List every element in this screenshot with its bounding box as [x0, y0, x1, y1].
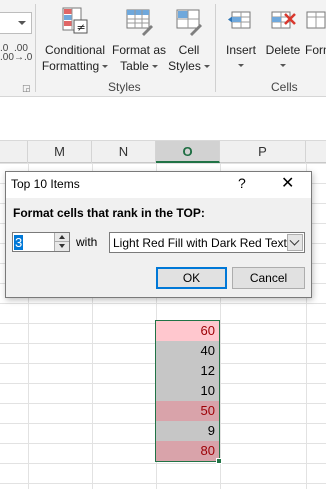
cells-group-label: Cells — [271, 80, 298, 94]
rank-count-spinner[interactable]: 3 — [12, 232, 70, 252]
help-icon[interactable]: ? — [238, 175, 246, 191]
dropdown-caret-icon — [280, 64, 286, 67]
conditional-formatting-button[interactable]: ≠ Conditional Formatting — [40, 6, 110, 74]
group-divider — [215, 4, 216, 92]
conditional-formatting-icon: ≠ — [62, 7, 88, 34]
cancel-button[interactable]: Cancel — [232, 267, 305, 289]
column-headers: M N O P — [0, 141, 326, 163]
delete-button[interactable]: Delete — [262, 6, 304, 58]
insert-cells-icon — [228, 11, 251, 29]
dropdown-caret-icon — [203, 65, 210, 69]
increase-decimal-button[interactable]: .0 .00 — [0, 44, 14, 63]
column-header-p[interactable]: P — [220, 141, 306, 163]
format-style-select[interactable]: Light Red Fill with Dark Red Text — [109, 232, 305, 253]
format-cells-icon — [306, 11, 326, 29]
cell-styles-icon — [176, 9, 202, 36]
number-dialog-launcher-icon[interactable]: ◲ — [22, 83, 31, 94]
format-as-table-icon — [126, 9, 153, 36]
delete-cells-icon — [271, 11, 296, 29]
spinner-buttons — [54, 233, 69, 251]
chevron-down-icon[interactable] — [287, 234, 303, 251]
close-icon[interactable]: ✕ — [281, 173, 294, 193]
column-header-o[interactable]: O — [156, 141, 220, 163]
styles-group-label: Styles — [108, 80, 141, 94]
format-style-value: Light Red Fill with Dark Red Text — [113, 236, 287, 250]
dropdown-caret-icon — [238, 64, 244, 67]
insert-button[interactable]: Insert — [222, 6, 260, 58]
dialog-titlebar[interactable]: Top 10 Items ? ✕ — [6, 172, 311, 198]
dialog-title: Top 10 Items — [11, 177, 80, 191]
with-label: with — [76, 235, 98, 249]
dropdown-caret-icon — [102, 65, 109, 69]
group-divider — [35, 4, 36, 92]
number-format-dropdown[interactable] — [0, 12, 32, 34]
spinner-up-button[interactable] — [55, 233, 69, 242]
arrow-up-icon — [59, 235, 65, 239]
dropdown-caret-icon — [151, 65, 158, 69]
fill-handle[interactable] — [216, 458, 222, 464]
ok-button[interactable]: OK — [156, 267, 227, 289]
rank-count-value[interactable]: 3 — [14, 235, 24, 250]
ribbon: .0 .00 .00 →.0 ◲ ≠ Conditional Formattin… — [0, 0, 326, 97]
selection-range — [155, 320, 220, 462]
spinner-down-button[interactable] — [55, 242, 69, 251]
format-button[interactable]: Form — [305, 6, 326, 58]
rank-prompt-label: Format cells that rank in the TOP: — [13, 206, 205, 220]
chevron-down-icon — [18, 21, 26, 25]
format-as-table-button[interactable]: Format as Table — [110, 6, 168, 74]
column-header-m[interactable]: M — [28, 141, 92, 163]
formula-area — [0, 97, 326, 141]
svg-text:≠: ≠ — [77, 21, 86, 34]
top-10-items-dialog: Top 10 Items ? ✕ Format cells that rank … — [5, 171, 312, 298]
cell-styles-button[interactable]: Cell Styles — [168, 6, 210, 74]
column-header-prev[interactable] — [0, 141, 28, 163]
decrease-decimal-button[interactable]: .00 →.0 — [14, 44, 32, 63]
column-header-n[interactable]: N — [92, 141, 156, 163]
arrow-down-icon — [59, 244, 65, 248]
